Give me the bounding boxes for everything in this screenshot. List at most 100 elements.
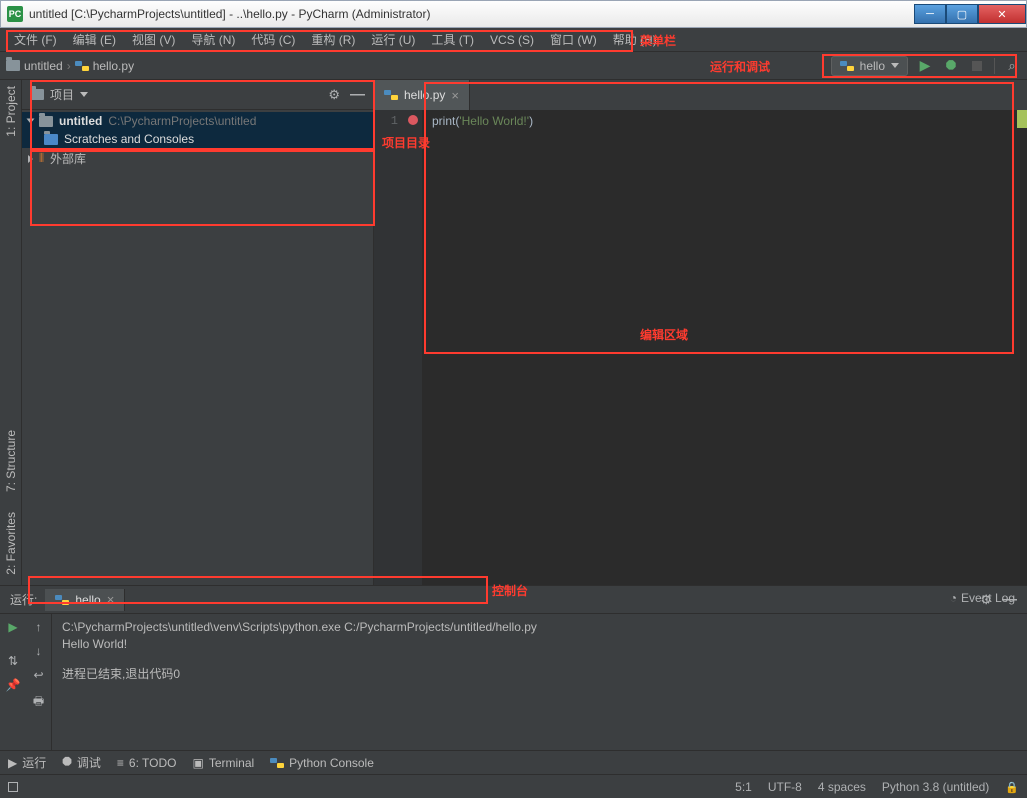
folder-icon [39,116,53,127]
status-indent[interactable]: 4 spaces [818,780,866,794]
main-area: 1: Project 7: Structure 2: Favorites 项目 … [0,80,1027,585]
breadcrumb-project[interactable]: untitled [6,59,63,73]
app-icon: PC [7,6,23,22]
python-icon [384,88,398,102]
tree-external[interactable]: ⫴ 外部库 [22,148,373,169]
bottom-debug-label: 调试 [77,754,101,771]
run-button[interactable]: ▶ [916,57,934,75]
project-tree: untitled C:\PycharmProjects\untitled Scr… [22,110,373,171]
tree-scratches-label: Scratches and Consoles [64,132,194,146]
expand-icon [27,119,35,124]
stop-button[interactable] [968,57,986,75]
menu-file[interactable]: 文件 (F) [6,28,65,51]
layout-button[interactable]: ⇅ [8,654,18,668]
bottom-todo[interactable]: ≡6: TODO [117,756,177,770]
status-caret[interactable]: 5:1 [735,780,752,794]
bottom-toolbar: ▶运行 ⯃调试 ≡6: TODO ▣Terminal Python Consol… [0,750,1027,774]
wrap-button[interactable]: ↩ [33,668,43,682]
code-token: ) [529,114,533,128]
project-pane-title-label: 项目 [50,86,74,103]
bottom-debug[interactable]: ⯃调试 [62,754,101,771]
run-panel-tab[interactable]: hello × [45,589,125,611]
run-panel-left-toolbar: ▶ ⇅ 📌 [0,614,26,750]
code-analysis-marker [1017,110,1027,128]
menu-vcs[interactable]: VCS (S) [482,30,542,50]
code-line[interactable]: print('Hello World!') [422,110,1027,133]
tree-root[interactable]: untitled C:\PycharmProjects\untitled [22,112,373,130]
python-icon [55,593,69,607]
gutter-project[interactable]: 1: Project [4,86,18,137]
debug-button[interactable]: ⯃ [942,57,960,75]
breadcrumb-project-label: untitled [24,59,63,73]
run-config-label: hello [860,59,885,73]
editor-tab-hello[interactable]: hello.py × [374,80,470,110]
bottom-todo-label: 6: TODO [129,756,177,770]
run-config-dropdown[interactable]: hello [831,56,908,76]
run-panel-left-toolbar-2: ↑ ↓ ↩ 🖶 [26,614,52,750]
bottom-run-label: 运行 [22,754,46,771]
terminal-icon: ▣ [192,756,203,770]
down-button[interactable]: ↓ [36,644,42,658]
close-button[interactable]: ✕ [978,4,1026,24]
console-line: 进程已结束,退出代码0 [62,665,1017,682]
tree-external-label: 外部库 [50,150,86,167]
close-tab-icon[interactable]: × [451,88,459,103]
breakpoint-icon[interactable] [408,115,418,125]
menubar: 文件 (F) 编辑 (E) 视图 (V) 导航 (N) 代码 (C) 重构 (R… [0,28,1027,52]
minimize-button[interactable]: ─ [914,4,946,24]
rerun-button[interactable]: ▶ [8,620,17,634]
code-editor[interactable]: 1 print('Hello World!') [374,110,1027,585]
left-gutter: 1: Project 7: Structure 2: Favorites [0,80,22,585]
breadcrumb-file-label: hello.py [93,59,134,73]
tool-windows-icon[interactable] [8,782,18,792]
menu-edit[interactable]: 编辑 (E) [65,28,124,51]
run-controls: hello ▶ ⯃ ⌕ [831,56,1021,76]
breadcrumb-file[interactable]: hello.py [75,59,134,73]
folder-icon [44,134,58,145]
bottom-pyconsole-label: Python Console [289,756,374,770]
up-button[interactable]: ↑ [36,620,42,634]
console-line: C:\PycharmProjects\untitled\venv\Scripts… [62,620,1017,634]
menu-run[interactable]: 运行 (U) [363,28,423,51]
toolbar: untitled › hello.py hello ▶ ⯃ ⌕ [0,52,1027,80]
pin-button[interactable]: 📌 [6,678,21,692]
console-line: Hello World! [62,637,1017,651]
menu-navigate[interactable]: 导航 (N) [183,28,243,51]
code-token: print [432,114,455,128]
gutter-favorites[interactable]: 2: Favorites [4,512,18,575]
library-icon: ⫴ [39,151,44,166]
gutter-structure[interactable]: 7: Structure [4,430,18,492]
menu-tools[interactable]: 工具 (T) [423,28,482,51]
event-log-icon: ◔ [950,591,957,605]
maximize-button[interactable]: ▢ [946,4,978,24]
project-pane-header: 项目 ⚙ — [22,80,373,110]
menu-window[interactable]: 窗口 (W) [542,28,605,51]
close-tab-icon[interactable]: × [107,592,115,607]
folder-icon [6,60,20,71]
code-token: 'Hello World!' [459,114,529,128]
status-encoding[interactable]: UTF-8 [768,780,802,794]
menu-refactor[interactable]: 重构 (R) [303,28,363,51]
lock-icon[interactable] [1005,780,1019,794]
project-pane-title[interactable]: 项目 [30,86,88,103]
menu-help[interactable]: 帮助 (H) [605,28,665,51]
event-log-button[interactable]: ◔ Event Log [950,591,1015,605]
menu-code[interactable]: 代码 (C) [243,28,303,51]
run-panel: 运行: hello × ⚙ — ▶ ⇅ 📌 ↑ ↓ ↩ 🖶 C:\Pycharm… [0,585,1027,750]
bottom-terminal[interactable]: ▣Terminal [192,756,254,770]
bottom-run[interactable]: ▶运行 [8,754,46,771]
status-interpreter[interactable]: Python 3.8 (untitled) [882,780,989,794]
bottom-pyconsole[interactable]: Python Console [270,756,374,770]
window-titlebar: PC untitled [C:\PycharmProjects\untitled… [0,0,1027,28]
tree-scratches[interactable]: Scratches and Consoles [22,130,373,148]
editor-area: hello.py × 1 print('Hello World!') [374,80,1027,585]
window-title: untitled [C:\PycharmProjects\untitled] -… [29,7,430,21]
gear-icon[interactable]: ⚙ [328,87,340,103]
menu-view[interactable]: 视图 (V) [124,28,183,51]
minimize-pane-icon[interactable]: — [350,86,365,103]
project-pane: 项目 ⚙ — untitled C:\PycharmProjects\untit… [22,80,374,585]
console-output[interactable]: C:\PycharmProjects\untitled\venv\Scripts… [52,614,1027,750]
search-button[interactable]: ⌕ [1003,57,1021,75]
python-icon [75,59,89,73]
print-button[interactable]: 🖶 [33,692,44,713]
